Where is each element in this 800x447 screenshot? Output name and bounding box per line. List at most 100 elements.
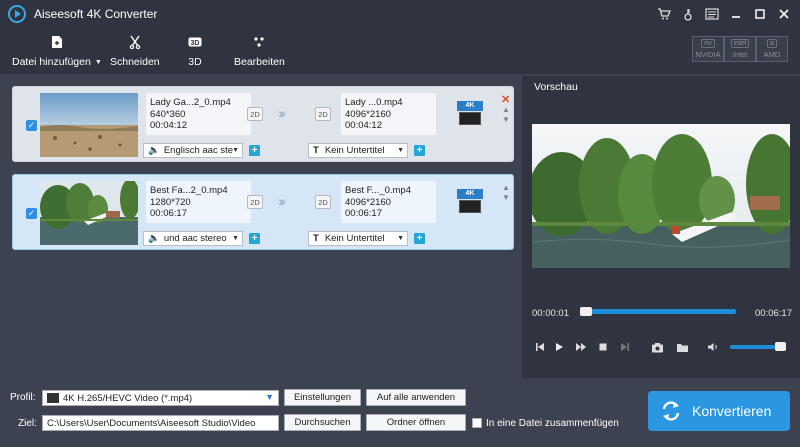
apply-all-button[interactable]: Auf alle anwenden [366, 389, 466, 406]
chevron-down-icon: ▼ [232, 235, 239, 242]
volume-icon[interactable] [702, 339, 724, 355]
source-2d-badge: 2D [247, 107, 263, 121]
cut-button[interactable]: Schneiden [110, 34, 160, 68]
subtitle-value: Kein Untertitel [324, 145, 385, 156]
preview-title: Vorschau [534, 81, 578, 93]
target-path-input[interactable]: C:\Users\User\Documents\Aiseesoft Studio… [42, 415, 279, 431]
chevron-down-icon: ▼ [397, 235, 404, 242]
maximize-icon[interactable] [750, 4, 770, 24]
add-file-label: Datei hinzufügen [12, 56, 91, 68]
key-icon[interactable] [678, 4, 698, 24]
file-row[interactable]: ✓ Best Fa...2_0.mp4 1280*720 00:06:17 2D [12, 174, 514, 250]
amd-chip: a AMD [756, 36, 788, 62]
output-2d-badge: 2D [315, 195, 331, 209]
edit-label: Bearbeiten [234, 56, 285, 68]
seek-slider[interactable] [580, 307, 736, 316]
menu-icon[interactable] [702, 4, 722, 24]
output-format-icon[interactable]: 4K [457, 189, 483, 213]
next-icon[interactable] [614, 339, 636, 355]
add-subtitle-icon[interactable]: + [414, 233, 425, 244]
scissors-icon [129, 34, 141, 50]
subtitle-select[interactable]: T Kein Untertitel ▼ [308, 143, 408, 158]
source-info: Best Fa...2_0.mp4 1280*720 00:06:17 [146, 181, 251, 223]
add-file-icon [51, 34, 63, 50]
add-audio-icon[interactable]: + [249, 233, 260, 244]
move-up-icon[interactable]: ▲ [502, 183, 510, 192]
output-filename: Best F..._0.mp4 [345, 185, 412, 196]
settings-button[interactable]: Einstellungen [284, 389, 361, 406]
close-icon[interactable] [774, 4, 794, 24]
merge-label: In eine Datei zusammenfügen [486, 418, 619, 429]
merge-checkbox[interactable] [472, 418, 482, 428]
add-file-dropdown-icon[interactable]: ▼ [95, 59, 102, 66]
audio-track-select[interactable]: 🔈 Englisch aac ste ▼ [143, 143, 243, 158]
snapshot-icon[interactable] [644, 339, 670, 355]
subtitle-icon: T [313, 233, 319, 244]
nvidia-chip: nv NVIDIA [692, 36, 724, 62]
volume-slider[interactable] [730, 342, 786, 351]
convert-arrows-icon: ››› [278, 193, 286, 209]
app-title: Aiseesoft 4K Converter [34, 7, 158, 21]
output-filename: Lady ...0.mp4 [345, 97, 403, 108]
target-label: Ziel: [18, 418, 37, 429]
move-down-icon[interactable]: ▼ [502, 115, 510, 124]
toolbar: Datei hinzufügen ▼ Schneiden 3D 3D Bearb… [0, 28, 800, 74]
seek-knob[interactable] [580, 307, 592, 316]
edit-effects-icon [252, 34, 266, 50]
file-checkbox[interactable]: ✓ [26, 120, 37, 131]
edit-button[interactable]: Bearbeiten [234, 34, 285, 68]
browse-button[interactable]: Durchsuchen [284, 414, 361, 431]
minimize-icon[interactable] [726, 4, 746, 24]
volume-knob[interactable] [775, 342, 786, 351]
output-info: Best F..._0.mp4 4096*2160 00:06:17 [341, 181, 436, 223]
output-duration: 00:06:17 [345, 208, 382, 219]
cut-label: Schneiden [110, 56, 160, 68]
folder-icon[interactable] [670, 339, 694, 355]
current-time: 00:00:01 [532, 308, 569, 319]
chevron-down-icon: ▼ [265, 392, 274, 402]
3d-button[interactable]: 3D 3D [188, 34, 202, 68]
add-audio-icon[interactable]: + [249, 145, 260, 156]
add-subtitle-icon[interactable]: + [414, 145, 425, 156]
convert-label: Konvertieren [692, 403, 772, 419]
speaker-icon: 🔈 [148, 233, 160, 244]
output-resolution: 4096*2160 [345, 108, 391, 120]
audio-track-select[interactable]: 🔈 und aac stereo ▼ [143, 231, 243, 246]
convert-button[interactable]: Konvertieren [648, 391, 790, 431]
audio-track-value: Englisch aac ste [163, 145, 234, 156]
source-duration: 00:06:17 [150, 208, 187, 219]
source-filename: Best Fa...2_0.mp4 [150, 185, 228, 196]
profile-format-icon [47, 393, 59, 403]
stop-icon[interactable] [592, 339, 614, 355]
3d-icon: 3D [188, 34, 202, 50]
fast-forward-icon[interactable] [570, 339, 592, 355]
profile-select[interactable]: 4K H.265/HEVC Video (*.mp4) ▼ [42, 390, 279, 406]
video-thumbnail [40, 93, 138, 157]
subtitle-select[interactable]: T Kein Untertitel ▼ [308, 231, 408, 246]
file-checkbox[interactable]: ✓ [26, 208, 37, 219]
total-time: 00:06:17 [755, 308, 792, 319]
previous-icon[interactable] [532, 339, 548, 355]
source-resolution: 1280*720 [150, 196, 191, 208]
move-down-icon[interactable]: ▼ [502, 193, 510, 202]
3d-label: 3D [188, 56, 202, 68]
intel-chip: intel Intel [724, 36, 756, 62]
title-bar: Aiseesoft 4K Converter [0, 0, 800, 28]
open-folder-button[interactable]: Ordner öffnen [366, 414, 466, 431]
add-file-button[interactable]: Datei hinzufügen ▼ [12, 34, 102, 68]
svg-text:3D: 3D [191, 40, 200, 47]
subtitle-icon: T [313, 145, 319, 156]
source-resolution: 640*360 [150, 108, 186, 120]
move-up-icon[interactable]: ▲ [502, 105, 510, 114]
file-row[interactable]: ✓ Lady Ga...2_0.mp4 640*360 00:04:12 2D … [12, 86, 514, 162]
cart-icon[interactable] [654, 4, 674, 24]
file-list: ✓ Lady Ga...2_0.mp4 640*360 00:04:12 2D … [0, 76, 522, 378]
source-info: Lady Ga...2_0.mp4 640*360 00:04:12 [146, 93, 251, 135]
output-resolution: 4096*2160 [345, 196, 391, 208]
convert-arrows-icon: ››› [278, 105, 286, 121]
output-format-icon[interactable]: 4K [457, 101, 483, 125]
chevron-down-icon: ▼ [397, 147, 404, 154]
source-filename: Lady Ga...2_0.mp4 [150, 97, 231, 108]
preview-panel: Vorschau 00:00:01 00:06:17 [522, 76, 800, 378]
play-icon[interactable] [548, 339, 570, 355]
